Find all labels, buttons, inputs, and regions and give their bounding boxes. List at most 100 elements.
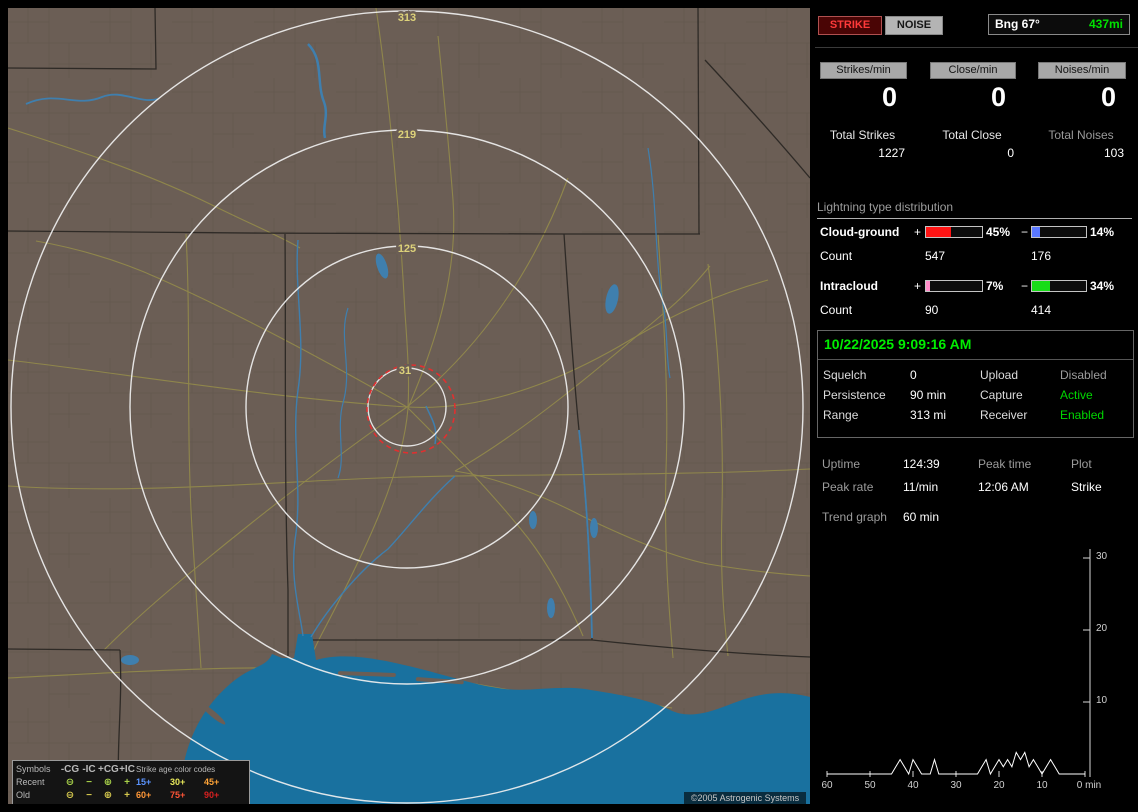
total-close-label: Total Close (942, 128, 1002, 142)
old-neg-ic-icon: − (86, 790, 92, 801)
cg-minus-bar-fill (1032, 227, 1040, 237)
noises-per-min-button[interactable]: Noises/min (1038, 62, 1126, 79)
legend-col-pos-cg: +CG (98, 764, 119, 775)
age-45: 45+ (204, 777, 220, 787)
divider (818, 359, 1133, 360)
recent-neg-cg-icon: ⊖ (65, 777, 75, 788)
cg-minus-sign: − (1021, 225, 1029, 239)
range-label: Range (823, 408, 859, 422)
x-tick-40: 40 (907, 780, 919, 791)
old-pos-ic-icon: + (124, 790, 130, 801)
cg-plus-pct: 45% (986, 225, 1011, 239)
y-tick-30: 30 (1096, 551, 1108, 562)
strikes-per-min-button[interactable]: Strikes/min (820, 62, 907, 79)
old-pos-cg-icon: ⊕ (103, 790, 113, 801)
trend-graph: 30 20 10 60 50 40 30 20 10 0 min (817, 537, 1136, 810)
capture-status: Active (1060, 388, 1093, 402)
range-setting-value: 313 mi (910, 408, 947, 422)
ic-plus-count: 90 (925, 303, 939, 317)
ic-plus-bar (925, 280, 983, 292)
ring-label-31: 31 (399, 365, 411, 377)
ic-minus-count: 414 (1031, 303, 1052, 317)
age-90: 90+ (204, 790, 220, 800)
legend-age-header: Strike age color codes (136, 765, 216, 774)
ring-label-313: 313 (398, 12, 416, 24)
ic-count-label: Count (820, 303, 853, 317)
old-neg-cg-icon: ⊖ (65, 790, 75, 801)
cg-minus-count: 176 (1031, 249, 1052, 263)
total-close-value: 0 (1007, 146, 1014, 160)
legend-col-pos-ic: +IC (119, 764, 135, 775)
total-strikes-value: 1227 (878, 146, 905, 160)
ic-minus-bar (1031, 280, 1087, 292)
peak-time-label: Peak time (978, 457, 1032, 471)
plot-label: Plot (1071, 457, 1092, 471)
ic-plus-pct: 7% (986, 279, 1004, 293)
strike-legend: Symbols -CG -IC +CG +IC Strike age color… (12, 760, 250, 804)
legend-symbols-header: Symbols (16, 764, 51, 774)
x-tick-0: 0 min (1076, 780, 1102, 791)
noises-per-min-value: 0 (1100, 82, 1116, 112)
distribution-title: Lightning type distribution (817, 200, 1132, 219)
peak-time-value: 12:06 AM (978, 480, 1029, 494)
age-75: 75+ (170, 790, 186, 800)
squelch-value: 0 (910, 368, 917, 382)
noise-indicator-button[interactable]: NOISE (885, 16, 943, 35)
persistence-label: Persistence (823, 388, 886, 402)
close-per-min-value: 0 (990, 82, 1006, 112)
cg-plus-bar-fill (926, 227, 952, 237)
divider (815, 47, 1138, 48)
trend-axis (826, 549, 1091, 777)
legend-col-neg-cg: -CG (60, 764, 80, 775)
cg-plus-bar (925, 226, 983, 238)
legend-old-label: Old (16, 790, 31, 800)
upload-label: Upload (980, 368, 1019, 382)
copyright-label: ©2005 Astrogenic Systems (684, 792, 806, 804)
x-tick-10: 10 (1036, 780, 1048, 791)
datetime-display: 10/22/2025 9:09:16 AM (824, 336, 972, 352)
trend-line (827, 751, 1085, 776)
receiver-label: Receiver (980, 408, 1028, 422)
ring-label-219: 219 (398, 129, 416, 141)
age-30: 30+ (170, 777, 186, 787)
cloud-ground-label: Cloud-ground (820, 225, 900, 239)
map-canvas: 313 219 125 31 (8, 8, 810, 804)
cg-plus-count: 547 (925, 249, 946, 263)
recent-pos-ic-icon: + (124, 777, 130, 788)
x-tick-60: 60 (821, 780, 833, 791)
uptime-label: Uptime (822, 457, 861, 471)
uptime-value: 124:39 (903, 457, 940, 471)
x-tick-50: 50 (864, 780, 876, 791)
ic-minus-bar-fill (1032, 281, 1051, 291)
recent-pos-cg-icon: ⊕ (103, 777, 113, 788)
bearing-range-display: Bng 67° 437mi (988, 14, 1130, 35)
peak-rate-value: 11/min (903, 480, 939, 494)
ic-plus-sign: + (914, 279, 922, 293)
close-per-min-button[interactable]: Close/min (930, 62, 1016, 79)
strike-indicator-button[interactable]: STRIKE (818, 16, 882, 35)
age-60: 60+ (136, 790, 152, 800)
app-window: 313 219 125 31 Symbols -CG -IC +CG +IC S… (0, 0, 1138, 812)
strikes-per-min-value: 0 (881, 82, 897, 112)
trend-graph-label: Trend graph (822, 510, 887, 524)
cg-minus-bar (1031, 226, 1087, 238)
receiver-status: Enabled (1060, 408, 1105, 422)
total-noises-label: Total Noises (1048, 128, 1114, 142)
age-15: 15+ (136, 777, 152, 787)
x-tick-20: 20 (993, 780, 1005, 791)
cg-count-label: Count (820, 249, 853, 263)
trend-window-value: 60 min (903, 510, 940, 524)
total-strikes-label: Total Strikes (829, 128, 896, 142)
ic-minus-sign: − (1021, 279, 1029, 293)
x-tick-30: 30 (950, 780, 962, 791)
cg-plus-sign: + (914, 225, 922, 239)
radar-map[interactable]: 313 219 125 31 Symbols -CG -IC +CG +IC S… (8, 8, 810, 804)
persistence-value: 90 min (910, 388, 947, 402)
total-noises-value: 103 (1103, 146, 1124, 160)
recent-neg-ic-icon: − (86, 777, 92, 788)
peak-rate-label: Peak rate (822, 480, 874, 494)
range-value: 437mi (1088, 17, 1123, 31)
capture-label: Capture (980, 388, 1023, 402)
receiver-status-box: 10/22/2025 9:09:16 AM Squelch 0 Upload D… (817, 330, 1134, 438)
status-panel: STRIKE NOISE Bng 67° 437mi Strikes/min C… (815, 0, 1138, 812)
